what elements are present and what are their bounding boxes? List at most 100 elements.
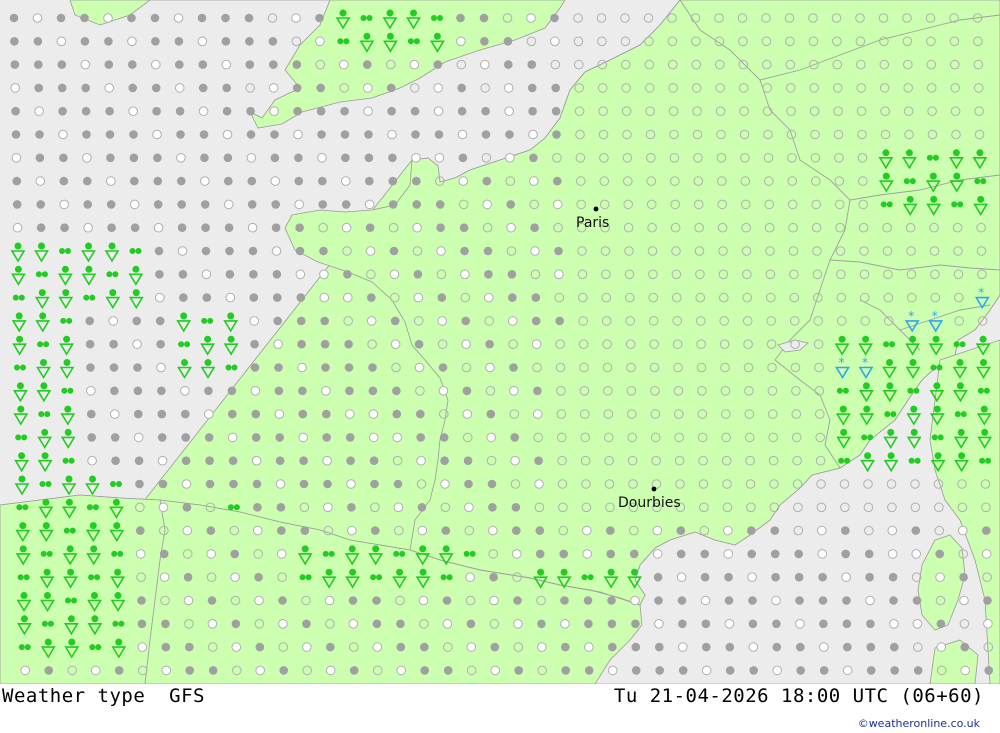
partly-cloudy-icon	[433, 83, 444, 93]
overcast-icon	[198, 83, 208, 93]
partly-cloudy-icon	[155, 292, 165, 303]
overcast-icon	[246, 130, 256, 139]
overcast-icon	[412, 200, 422, 209]
partly-cloudy-icon	[817, 549, 828, 559]
overcast-icon	[36, 223, 46, 232]
overcast-icon	[416, 409, 425, 419]
overcast-icon	[35, 130, 44, 139]
partly-cloudy-icon	[417, 525, 428, 536]
partly-cloudy-icon	[772, 665, 783, 676]
partly-cloudy-icon	[254, 595, 264, 606]
partly-cloudy-icon	[504, 106, 514, 116]
overcast-icon	[11, 130, 21, 139]
overcast-icon	[889, 596, 898, 605]
city-label-dourbies: Dourbies	[618, 495, 681, 511]
overcast-icon	[204, 433, 214, 442]
overcast-icon	[607, 619, 617, 629]
overcast-icon	[276, 503, 286, 512]
partly-cloudy-icon	[346, 479, 356, 489]
overcast-icon	[388, 176, 398, 186]
partly-cloudy-icon	[464, 502, 474, 513]
overcast-icon	[134, 456, 144, 466]
partly-cloudy-icon	[298, 432, 309, 443]
overcast-icon	[35, 153, 45, 163]
partly-cloudy-icon	[489, 595, 499, 606]
overcast-icon	[483, 246, 493, 256]
overcast-icon	[200, 153, 209, 163]
partly-cloudy-icon	[959, 595, 969, 606]
overcast-icon	[368, 386, 378, 396]
partly-cloudy-icon	[747, 572, 757, 583]
overcast-icon	[221, 37, 231, 46]
partly-cloudy-icon	[90, 665, 101, 676]
partly-cloudy-icon	[129, 199, 140, 210]
overcast-icon	[275, 433, 285, 442]
partly-cloudy-icon	[104, 83, 114, 93]
overcast-icon	[270, 130, 279, 139]
partly-cloudy-icon	[485, 362, 495, 373]
credit-link[interactable]: ©weatheronline.co.uk	[858, 717, 980, 730]
overcast-icon	[770, 549, 780, 559]
overcast-icon	[678, 666, 688, 675]
overcast-icon	[552, 130, 561, 139]
partly-cloudy-icon	[372, 642, 383, 652]
partly-cloudy-icon	[865, 595, 875, 606]
overcast-icon	[434, 130, 444, 139]
partly-cloudy-icon	[416, 455, 426, 466]
overcast-icon	[205, 456, 214, 466]
partly-cloudy-icon	[537, 642, 547, 652]
overcast-icon	[796, 666, 805, 675]
partly-cloudy-icon	[438, 386, 449, 396]
overcast-icon	[700, 549, 709, 559]
overcast-icon	[105, 106, 114, 116]
overcast-icon	[179, 293, 188, 302]
overcast-icon	[388, 153, 397, 163]
overcast-icon	[177, 200, 186, 209]
partly-cloudy-icon	[273, 339, 283, 350]
partly-cloudy-icon	[182, 525, 193, 536]
partly-cloudy-icon	[363, 106, 373, 116]
overcast-icon	[486, 409, 496, 419]
partly-cloudy-icon	[418, 595, 429, 606]
overcast-icon	[676, 526, 686, 535]
partly-cloudy-icon	[462, 409, 473, 419]
overcast-icon	[484, 270, 493, 279]
overcast-icon	[326, 642, 335, 652]
overcast-icon	[794, 549, 803, 559]
partly-cloudy-icon	[35, 176, 46, 186]
partly-cloudy-icon	[983, 619, 993, 629]
city-label-paris: Paris	[576, 215, 609, 231]
partly-cloudy-icon	[183, 595, 194, 606]
partly-cloudy-icon	[652, 525, 663, 536]
partly-cloudy-icon	[278, 619, 288, 629]
partly-cloudy-icon	[250, 386, 261, 396]
partly-cloudy-icon	[198, 106, 209, 116]
partly-cloudy-icon	[201, 269, 212, 280]
overcast-icon	[198, 60, 208, 69]
partly-cloudy-icon	[460, 269, 470, 280]
overcast-icon	[365, 176, 374, 186]
overcast-icon	[794, 572, 804, 582]
partly-cloudy-icon	[841, 572, 851, 583]
partly-cloudy-icon	[221, 59, 232, 70]
overcast-icon	[747, 526, 756, 535]
overcast-icon	[318, 176, 327, 186]
partly-cloudy-icon	[507, 316, 518, 326]
overcast-icon	[230, 549, 239, 559]
overcast-icon	[534, 456, 543, 466]
overcast-icon	[748, 596, 757, 605]
partly-cloudy-icon	[480, 59, 490, 70]
overcast-icon	[292, 83, 302, 93]
overcast-icon	[504, 60, 513, 69]
overcast-icon	[255, 642, 265, 652]
partly-cloudy-icon	[291, 13, 301, 23]
partly-cloudy-icon	[457, 129, 468, 140]
partly-cloudy-icon	[560, 619, 570, 629]
overcast-icon	[319, 246, 328, 256]
overcast-icon	[984, 666, 993, 675]
overcast-icon	[293, 106, 302, 116]
partly-cloudy-icon	[365, 246, 376, 256]
overcast-icon	[12, 200, 22, 209]
overcast-icon	[530, 223, 539, 232]
overcast-icon	[277, 526, 286, 535]
